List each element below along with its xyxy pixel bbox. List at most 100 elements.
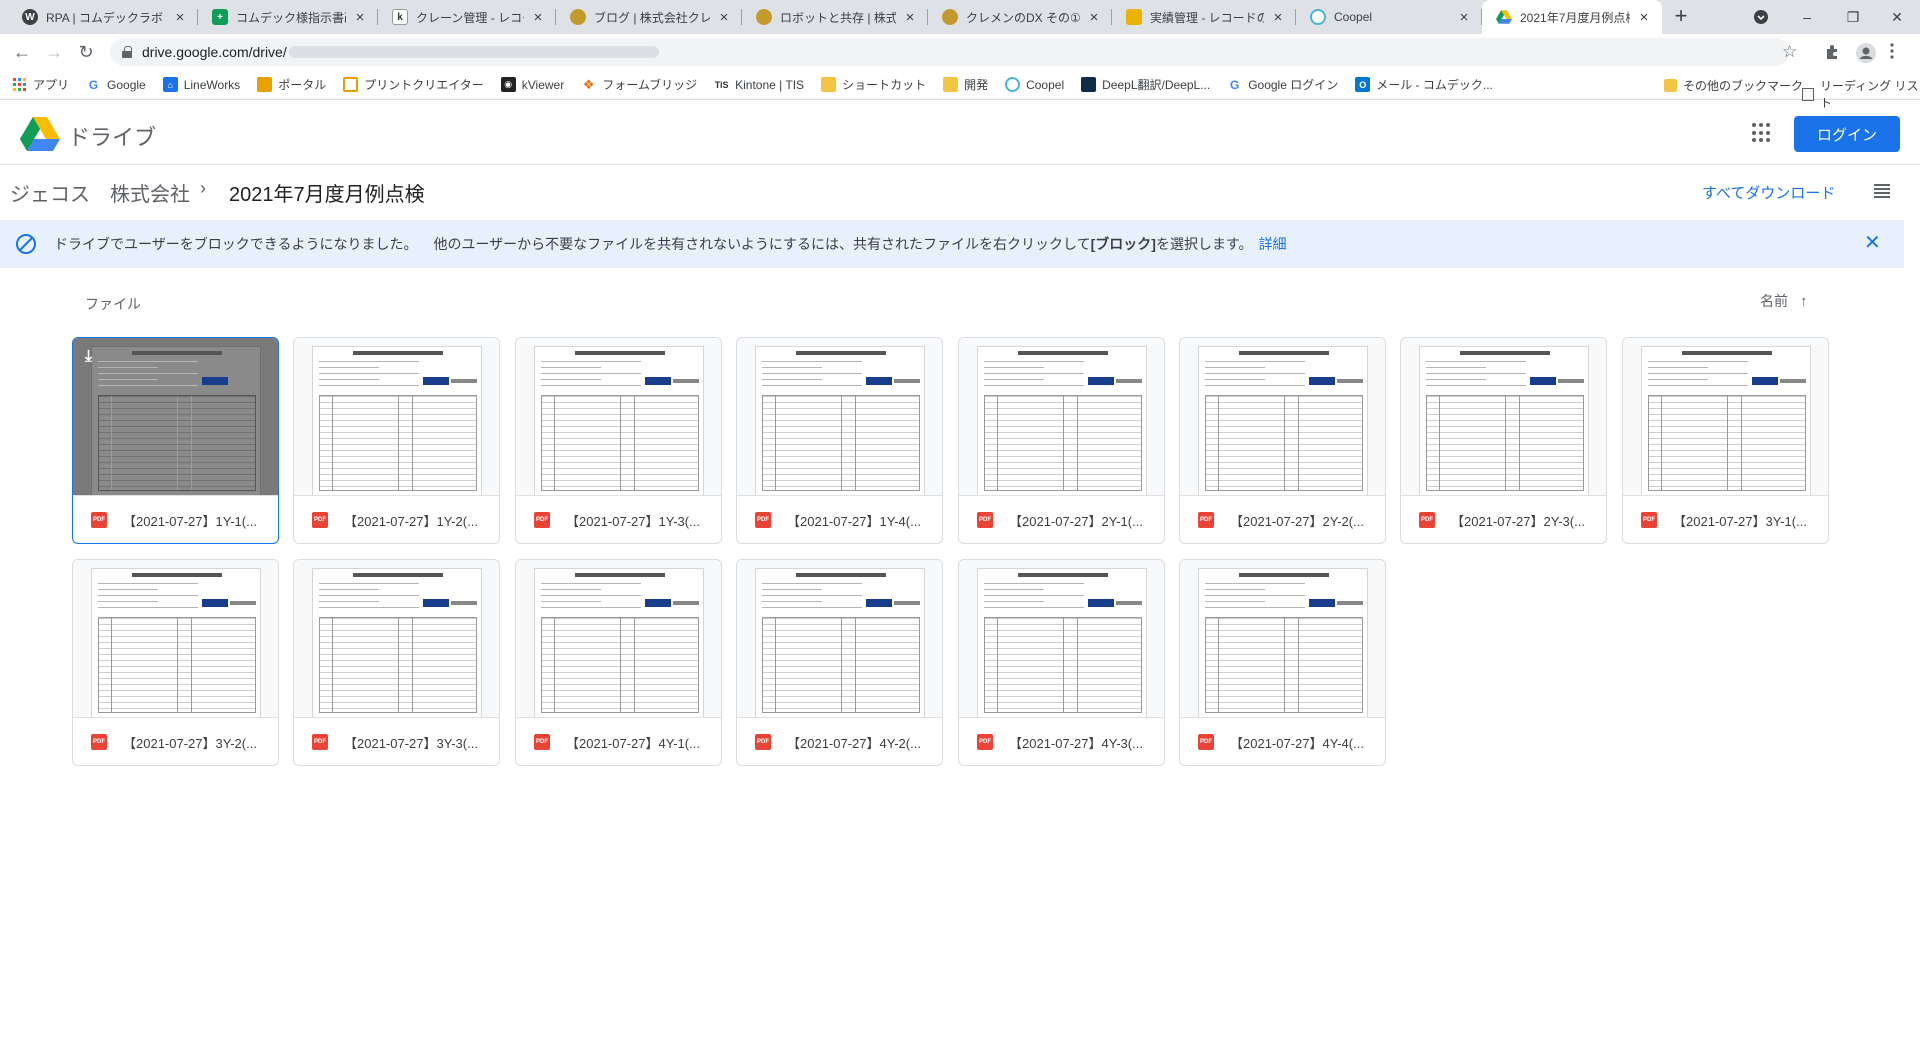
google-apps-icon[interactable]: [1752, 123, 1772, 143]
pdf-preview: [1419, 346, 1589, 495]
notice-details-link[interactable]: 詳細: [1259, 234, 1287, 254]
close-icon[interactable]: ×: [1636, 9, 1652, 26]
close-icon[interactable]: ×: [352, 9, 368, 26]
new-tab-button[interactable]: +: [1669, 5, 1693, 29]
browser-tab-rpa[interactable]: W RPA | コムデックラボ ×: [8, 0, 198, 34]
bookmark-google-login[interactable]: G Google ログイン: [1227, 76, 1338, 93]
file-thumbnail[interactable]: [1401, 338, 1606, 496]
menu-kebab-icon[interactable]: [1890, 43, 1896, 61]
bookmark-label: 開発: [964, 78, 989, 92]
browser-tab-robot[interactable]: ロボットと共存 | 株式会社 ×: [742, 0, 928, 34]
file-card[interactable]: PDF 【2021-07-27】2Y-1(...: [958, 337, 1165, 544]
other-bookmarks-folder[interactable]: その他のブックマーク: [1664, 77, 1803, 94]
close-icon[interactable]: ×: [902, 9, 918, 26]
login-button[interactable]: ログイン: [1794, 116, 1900, 152]
bookmark-folder-dev[interactable]: 開発: [943, 76, 988, 93]
close-icon[interactable]: ×: [716, 9, 732, 26]
file-card[interactable]: PDF 【2021-07-27】4Y-1(...: [515, 559, 722, 766]
drive-logo-icon[interactable]: [20, 117, 60, 151]
pdf-preview: [755, 346, 925, 495]
browser-tab-sheets[interactable]: + コムデック様指示書改訂 ×: [198, 0, 378, 34]
product-name[interactable]: ドライブ: [68, 120, 156, 152]
bookmark-mail[interactable]: O メール - コムデック...: [1355, 76, 1493, 93]
arrow-up-icon: ↑: [1800, 292, 1808, 310]
file-card[interactable]: PDF 【2021-07-27】2Y-3(...: [1400, 337, 1607, 544]
file-thumbnail[interactable]: [737, 560, 942, 718]
tab-search-button[interactable]: [1738, 0, 1784, 34]
breadcrumb-item-jecos[interactable]: ジェコス: [10, 178, 90, 207]
bookmark-kviewer[interactable]: ◉ kViewer: [500, 77, 564, 92]
file-card[interactable]: PDF 【2021-07-27】1Y-2(...: [293, 337, 500, 544]
pdf-preview: [312, 568, 482, 717]
close-icon[interactable]: ×: [172, 9, 188, 26]
bookmark-label: Google: [107, 77, 146, 92]
file-card[interactable]: PDF 【2021-07-27】4Y-2(...: [736, 559, 943, 766]
bookmark-coopel[interactable]: Coopel: [1005, 77, 1064, 92]
browser-tab-results[interactable]: 実績管理 - レコードの一 ×: [1112, 0, 1296, 34]
lock-icon: [122, 46, 132, 58]
bookmark-print-creator[interactable]: プリントクリエイター: [343, 76, 484, 93]
extensions-icon[interactable]: [1824, 43, 1842, 61]
file-thumbnail[interactable]: [1623, 338, 1828, 496]
bookmark-apps[interactable]: アプリ: [12, 76, 69, 93]
file-thumbnail[interactable]: ⤓: [73, 338, 278, 496]
close-icon[interactable]: ×: [1270, 9, 1286, 26]
file-thumbnail[interactable]: [1180, 560, 1385, 718]
file-card[interactable]: PDF 【2021-07-27】2Y-2(...: [1179, 337, 1386, 544]
bookmark-google[interactable]: G Google: [86, 77, 146, 92]
file-card[interactable]: PDF 【2021-07-27】3Y-2(...: [72, 559, 279, 766]
bookmark-formbridge[interactable]: ❖ フォームブリッジ: [581, 76, 697, 93]
close-icon[interactable]: ×: [1456, 9, 1472, 26]
file-card[interactable]: PDF 【2021-07-27】3Y-3(...: [293, 559, 500, 766]
file-thumbnail[interactable]: [737, 338, 942, 496]
minimize-button[interactable]: –: [1784, 0, 1830, 34]
bookmark-kintone-tis[interactable]: TiS Kintone | TIS: [714, 77, 804, 92]
list-view-icon[interactable]: [1874, 184, 1890, 198]
bookmark-star-icon[interactable]: ☆: [1782, 42, 1797, 62]
file-thumbnail[interactable]: [73, 560, 278, 718]
close-icon[interactable]: ×: [1086, 9, 1102, 26]
pdf-preview: [1641, 346, 1811, 495]
file-card[interactable]: PDF 【2021-07-27】3Y-1(...: [1622, 337, 1829, 544]
back-button[interactable]: ←: [10, 40, 34, 64]
close-icon[interactable]: ✕: [1864, 233, 1881, 253]
file-footer: PDF 【2021-07-27】4Y-3(...: [959, 719, 1164, 765]
download-all-link[interactable]: すべてダウンロード: [1702, 182, 1835, 203]
tab-label: 実績管理 - レコードの一: [1150, 10, 1264, 25]
file-thumbnail[interactable]: [516, 338, 721, 496]
bookmark-lineworks[interactable]: ⌂ LineWorks: [162, 77, 240, 92]
file-card[interactable]: PDF 【2021-07-27】4Y-3(...: [958, 559, 1165, 766]
browser-tab-coopel[interactable]: Coopel ×: [1296, 0, 1482, 34]
file-thumbnail[interactable]: [1180, 338, 1385, 496]
breadcrumb-item-company[interactable]: 株式会社: [110, 178, 190, 207]
browser-tab-drive-active[interactable]: 2021年7月度月例点検 ×: [1482, 0, 1662, 34]
file-card[interactable]: PDF 【2021-07-27】4Y-4(...: [1179, 559, 1386, 766]
forward-button[interactable]: →: [42, 40, 66, 64]
file-card[interactable]: PDF 【2021-07-27】1Y-4(...: [736, 337, 943, 544]
file-thumbnail[interactable]: [294, 560, 499, 718]
file-card[interactable]: ⤓ PDF 【2021-07-27】1Y-1(...: [72, 337, 279, 544]
bookmark-portal[interactable]: ポータル: [257, 76, 326, 93]
file-thumbnail[interactable]: [294, 338, 499, 496]
profile-avatar-icon[interactable]: [1856, 43, 1876, 63]
file-thumbnail[interactable]: [516, 560, 721, 718]
bookmark-folder-shortcut[interactable]: ショートカット: [821, 76, 926, 93]
browser-tab-dx[interactable]: クレメンのDX その①|株 ×: [928, 0, 1112, 34]
file-footer: PDF 【2021-07-27】4Y-2(...: [737, 719, 942, 765]
file-thumbnail[interactable]: [959, 560, 1164, 718]
close-icon[interactable]: ×: [530, 9, 546, 26]
browser-tab-crane-records[interactable]: k クレーン管理 - レコードの一 ×: [378, 0, 556, 34]
other-bookmarks-label: その他のブックマーク: [1683, 79, 1804, 93]
restore-button[interactable]: ❐: [1830, 0, 1876, 34]
address-bar[interactable]: drive.google.com/drive/: [110, 38, 1790, 66]
window-close-button[interactable]: ✕: [1874, 0, 1920, 34]
file-card[interactable]: PDF 【2021-07-27】1Y-3(...: [515, 337, 722, 544]
doc-icon: [343, 77, 359, 92]
file-thumbnail[interactable]: [959, 338, 1164, 496]
reload-button[interactable]: ↻: [74, 40, 98, 64]
download-icon[interactable]: ⤓: [85, 348, 92, 366]
apps-grid-icon: [12, 77, 27, 92]
sort-by-name-button[interactable]: 名前 ↑: [1760, 291, 1808, 311]
browser-tab-blog[interactable]: ブログ | 株式会社クレーン ×: [556, 0, 742, 34]
bookmark-deepl[interactable]: DeepL翻訳/DeepL...: [1081, 76, 1210, 93]
